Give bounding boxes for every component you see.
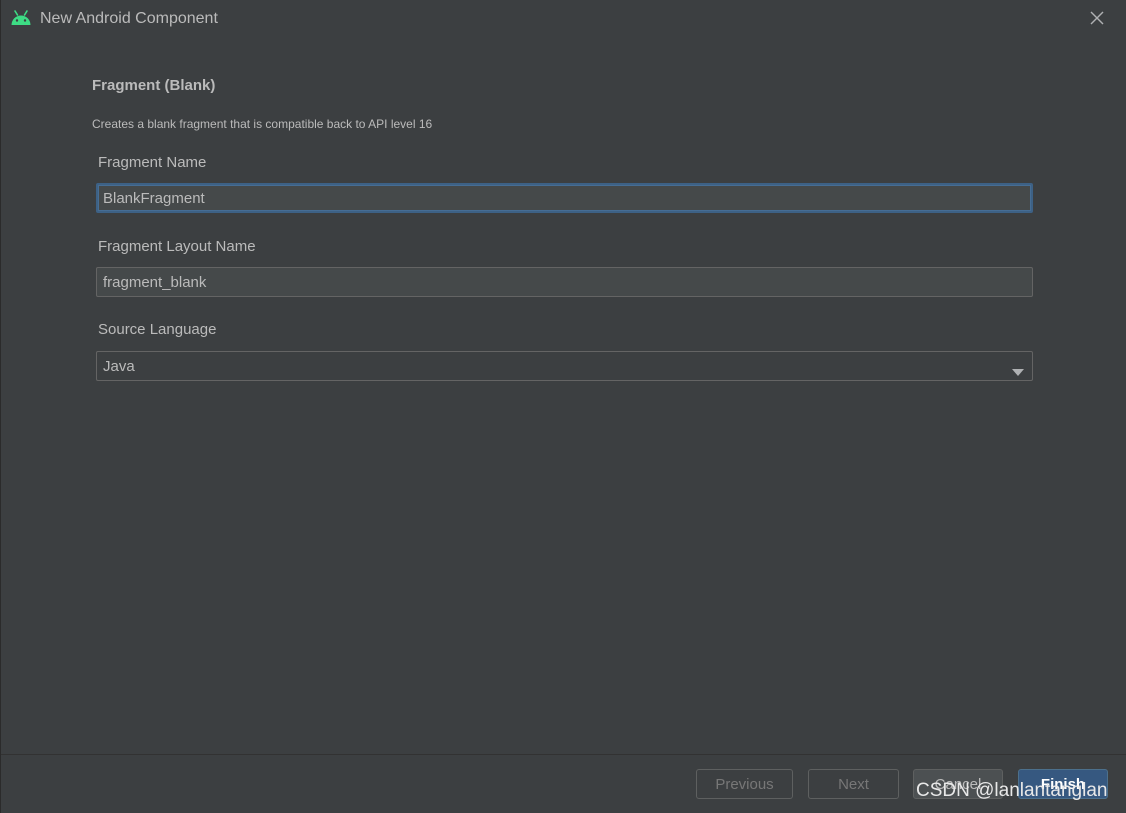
footer-divider xyxy=(1,754,1126,755)
finish-button[interactable]: Finish xyxy=(1018,769,1108,799)
title-bar: New Android Component xyxy=(1,0,1126,36)
fragment-layout-name-input[interactable] xyxy=(96,267,1033,297)
window-title: New Android Component xyxy=(40,10,218,27)
dialog-content: Fragment (Blank) Creates a blank fragmen… xyxy=(1,36,1126,754)
source-language-select[interactable]: Java xyxy=(96,351,1033,381)
close-icon xyxy=(1085,11,1109,34)
fragment-layout-name-label: Fragment Layout Name xyxy=(98,238,256,255)
chevron-down-icon xyxy=(1012,363,1024,376)
source-language-value: Java xyxy=(103,358,135,375)
cancel-button[interactable]: Cancel xyxy=(913,769,1003,799)
android-icon xyxy=(10,8,32,28)
source-language-label: Source Language xyxy=(98,321,217,338)
fragment-name-input[interactable] xyxy=(96,183,1033,213)
close-button[interactable] xyxy=(1085,6,1109,30)
fragment-name-label: Fragment Name xyxy=(98,154,207,171)
next-button[interactable]: Next xyxy=(808,769,899,799)
page-description: Creates a blank fragment that is compati… xyxy=(92,117,433,131)
previous-button[interactable]: Previous xyxy=(696,769,793,799)
dialog-window: New Android Component Fragment (Blank) C… xyxy=(0,0,1126,813)
page-title: Fragment (Blank) xyxy=(92,77,216,94)
